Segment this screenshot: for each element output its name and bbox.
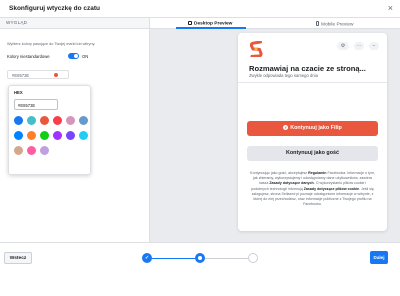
modal-header: Skonfiguruj wtyczkę do czatu × bbox=[0, 0, 400, 18]
color-swatch[interactable] bbox=[53, 131, 62, 140]
hex-input-value: #E8573E bbox=[18, 103, 36, 108]
step-connector-pending bbox=[205, 258, 248, 259]
hex-input[interactable]: #E8573E bbox=[14, 99, 58, 110]
tab-mobile-label: Mobile Preview bbox=[321, 22, 354, 28]
account-switch-icon[interactable]: ⚙ bbox=[337, 42, 349, 50]
color-swatch[interactable] bbox=[79, 131, 88, 140]
step-connector-done bbox=[152, 258, 195, 259]
toggle-state-label: ON bbox=[82, 54, 89, 59]
custom-colors-row: Kolory niestandardowe ON bbox=[7, 53, 137, 61]
color-swatch[interactable] bbox=[40, 131, 49, 140]
phone-icon bbox=[316, 21, 319, 26]
data-policy-link[interactable]: Zasady dotyczące danych bbox=[269, 181, 313, 185]
color-preview-dot bbox=[54, 73, 58, 77]
wizard-footer: Wstecz ✓ Dalej bbox=[0, 242, 400, 296]
custom-colors-toggle[interactable] bbox=[68, 53, 79, 59]
color-swatch[interactable] bbox=[27, 116, 36, 125]
back-button[interactable]: Wstecz bbox=[4, 252, 32, 264]
continue-as-user-label: Kontynuuj jako Filip bbox=[290, 125, 342, 131]
minimize-icon[interactable]: − bbox=[369, 42, 379, 50]
step-3-pending bbox=[248, 253, 258, 263]
color-swatch[interactable] bbox=[79, 116, 88, 125]
continue-as-guest-label: Kontynuuj jako gość bbox=[285, 150, 339, 156]
custom-colors-label: Kolory niestandardowe bbox=[7, 54, 50, 59]
color-picker-popover: HEX #E8573E bbox=[8, 85, 91, 175]
color-swatch[interactable] bbox=[14, 116, 23, 125]
modal-title: Skonfiguruj wtyczkę do czatu bbox=[9, 5, 101, 12]
chat-preview-card: ⚙ ⋯ − Rozmawiaj na czacie ze stroną... Z… bbox=[238, 33, 387, 231]
continue-as-user-button[interactable]: f Kontynuuj jako Filip bbox=[247, 121, 378, 136]
color-swatch[interactable] bbox=[40, 116, 49, 125]
checkmark-icon: ✓ bbox=[144, 255, 150, 261]
chat-title: Rozmawiaj na czacie ze stroną... bbox=[249, 64, 366, 73]
active-tab-indicator bbox=[176, 27, 246, 29]
more-options-icon[interactable]: ⋯ bbox=[354, 42, 364, 50]
color-swatch[interactable] bbox=[14, 131, 23, 140]
legal-part: Kontynuując jako gość, akceptujesz bbox=[250, 171, 309, 175]
current-step-dot bbox=[198, 256, 202, 260]
preview-panel: Desktop Preview Mobile Preview ⚙ ⋯ − Roz… bbox=[150, 18, 400, 270]
color-swatch[interactable] bbox=[14, 146, 23, 155]
step-1-complete: ✓ bbox=[142, 253, 152, 263]
config-panel: WYGLĄD Wybierz kolory pasujące do Twojej… bbox=[0, 18, 150, 242]
preview-tabs: Desktop Preview Mobile Preview bbox=[150, 18, 400, 29]
hex-label: HEX bbox=[14, 90, 23, 95]
step-2-current bbox=[195, 253, 205, 263]
color-field-value: #E8573E bbox=[12, 73, 30, 78]
color-swatch[interactable] bbox=[53, 116, 62, 125]
color-swatch[interactable] bbox=[27, 146, 36, 155]
next-button[interactable]: Dalej bbox=[370, 251, 388, 264]
help-text: Wybierz kolory pasujące do Twojej marki … bbox=[7, 42, 96, 46]
chat-divider bbox=[238, 82, 387, 83]
color-swatch[interactable] bbox=[66, 116, 75, 125]
section-title: WYGLĄD bbox=[0, 18, 149, 29]
legal-text: Kontynuując jako gość, akceptujesz Regul… bbox=[250, 171, 375, 207]
color-swatch[interactable] bbox=[66, 131, 75, 140]
continue-as-guest-button[interactable]: Kontynuuj jako gość bbox=[247, 146, 378, 161]
monitor-icon bbox=[188, 21, 192, 25]
tab-mobile-preview[interactable]: Mobile Preview bbox=[316, 18, 354, 29]
close-icon[interactable]: × bbox=[388, 3, 393, 13]
color-swatch[interactable] bbox=[27, 131, 36, 140]
brand-logo-icon bbox=[250, 41, 263, 57]
color-swatch[interactable] bbox=[40, 146, 49, 155]
chat-subtitle: Zwykle odpowiada tego samego dnia bbox=[249, 73, 318, 78]
cookie-policy-link[interactable]: Zasady dotyczące plików cookie bbox=[304, 187, 359, 191]
terms-link[interactable]: Regulamin bbox=[308, 171, 326, 175]
facebook-icon: f bbox=[283, 125, 289, 130]
tab-desktop-label: Desktop Preview bbox=[194, 21, 233, 27]
toggle-knob bbox=[74, 54, 78, 58]
color-field[interactable]: #E8573E bbox=[7, 70, 69, 79]
